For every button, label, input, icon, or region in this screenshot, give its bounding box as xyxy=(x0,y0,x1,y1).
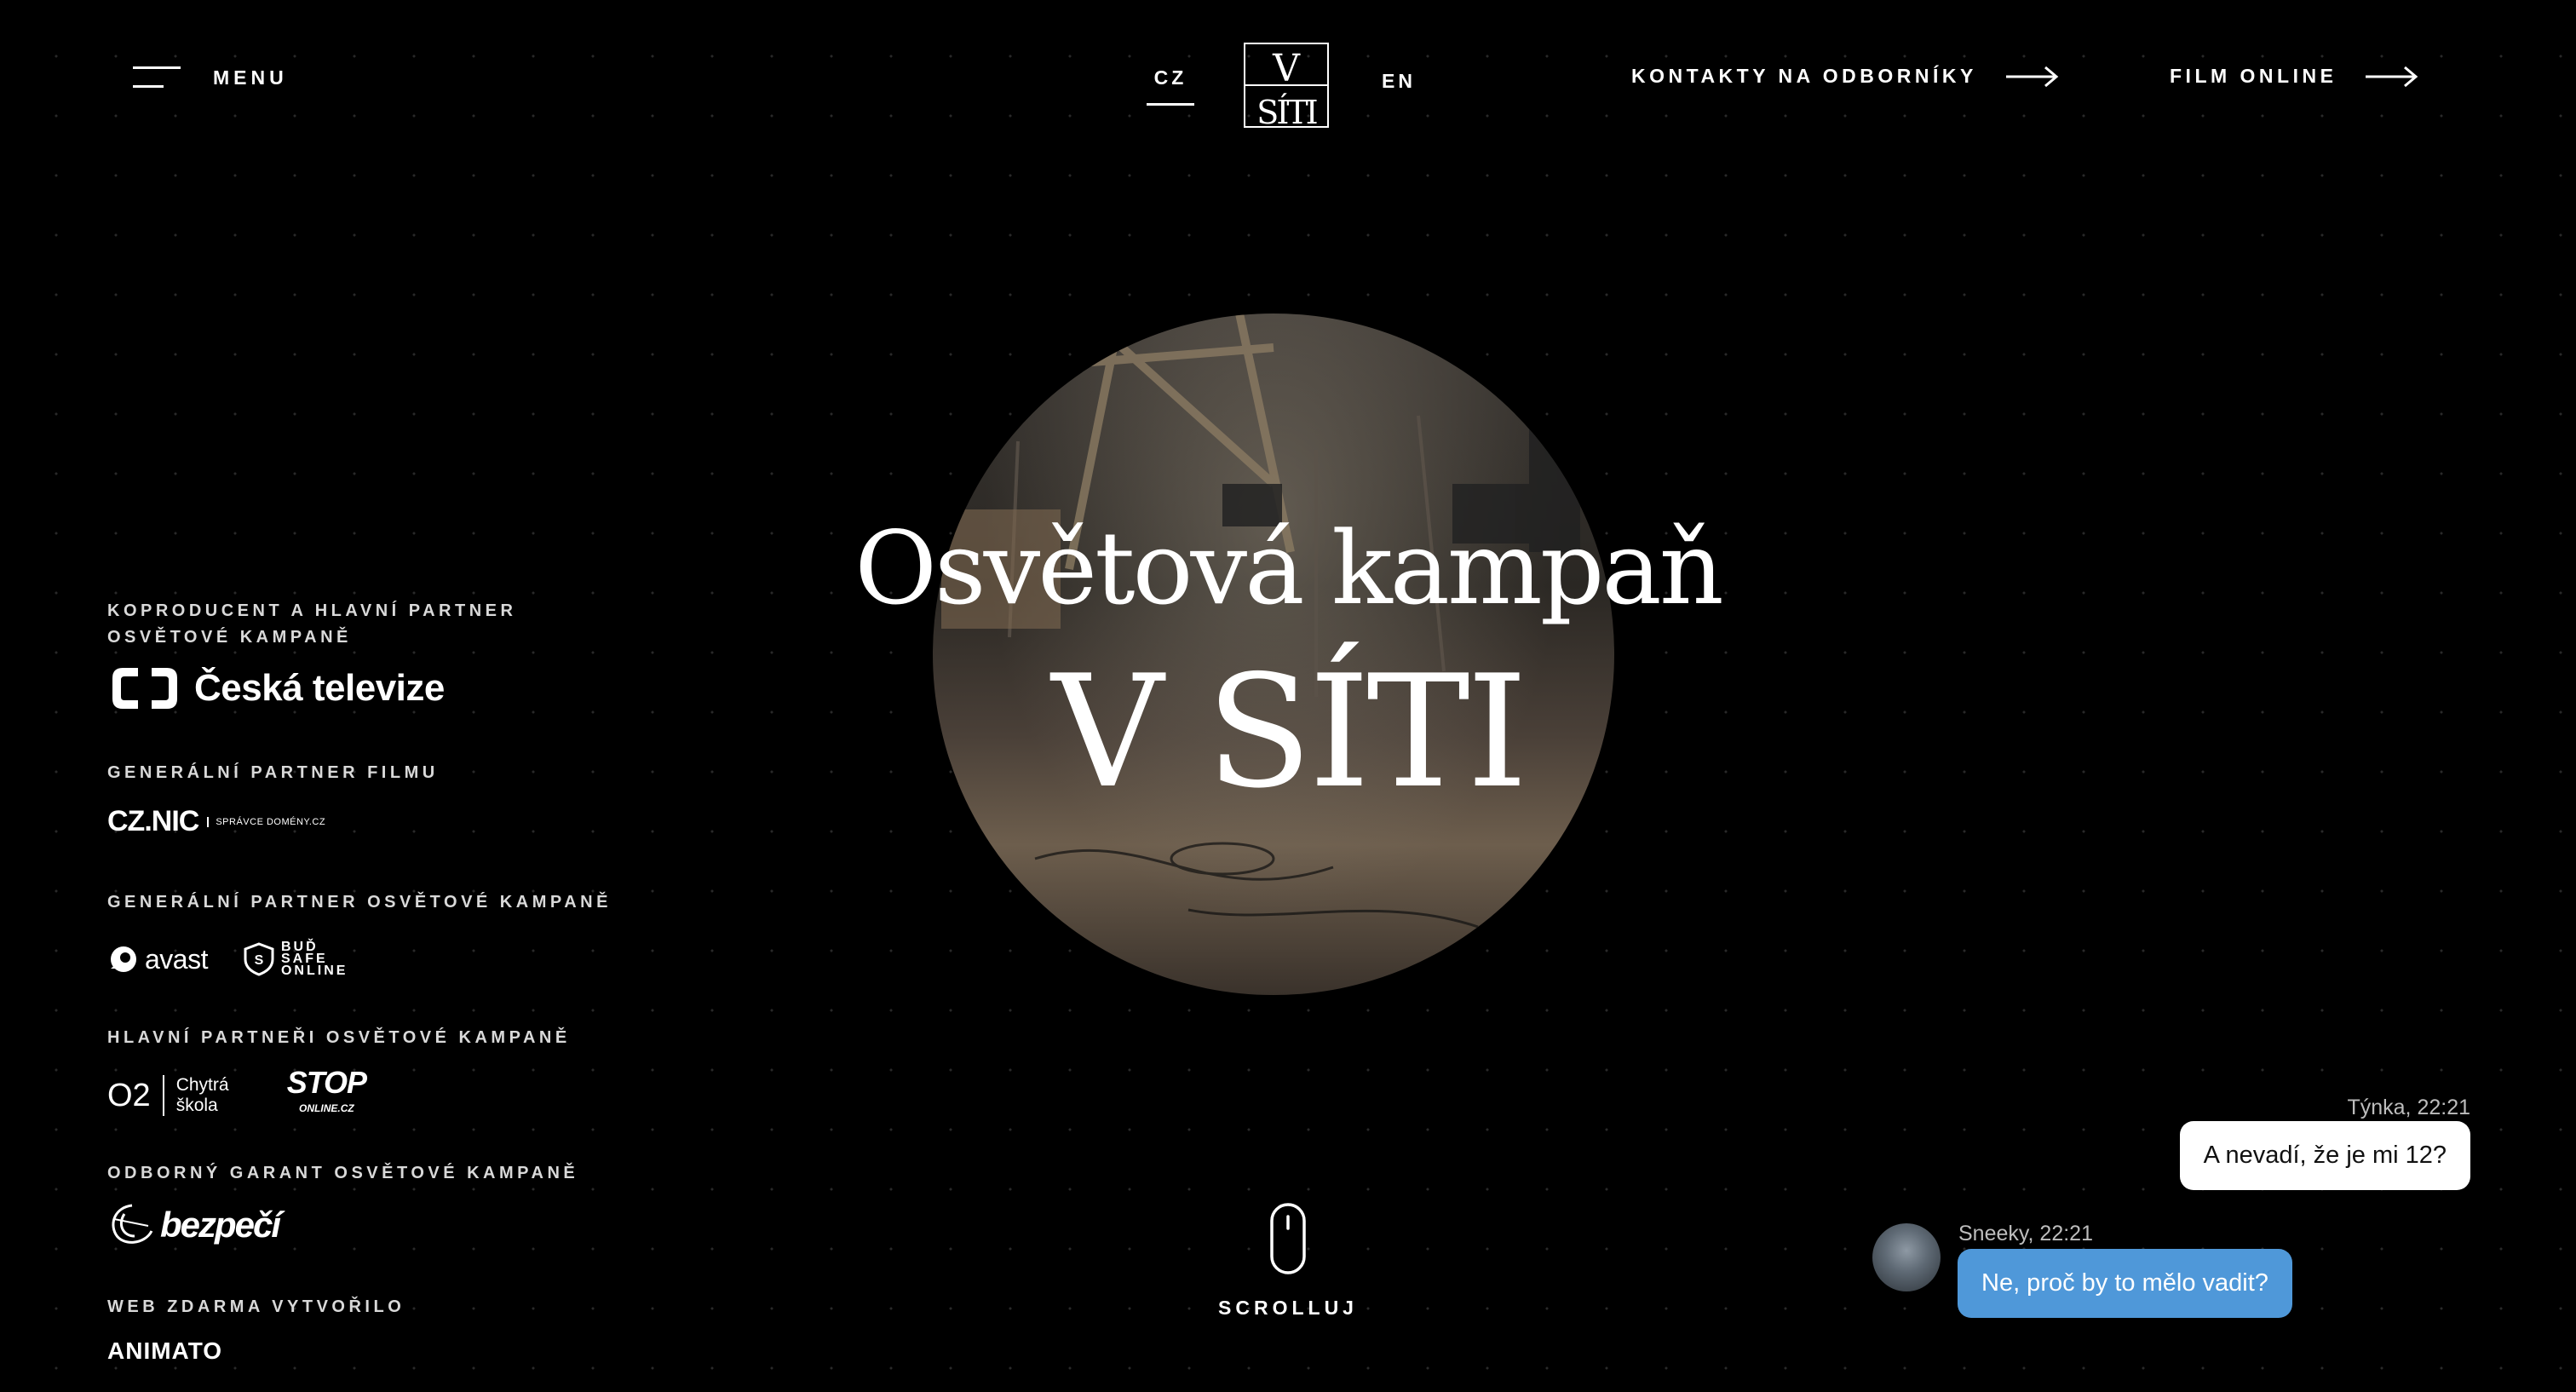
arrow-right-icon xyxy=(2005,66,2059,87)
partner-label: GENERÁLNÍ PARTNER OSVĚTOVÉ KAMPANĚ xyxy=(107,893,612,912)
film-online-link[interactable]: FILM ONLINE xyxy=(2170,65,2418,88)
stop-logo-text: STOP xyxy=(286,1065,367,1100)
partner-label: ODBORNÝ GARANT OSVĚTOVÉ KAMPANĚ xyxy=(107,1164,579,1182)
svg-text:S: S xyxy=(255,953,264,968)
hamburger-icon xyxy=(133,65,181,90)
animato-logo-text: ANIMATO xyxy=(107,1337,223,1364)
arrow-right-icon xyxy=(2366,66,2418,87)
mouse-scroll-icon[interactable] xyxy=(1270,1203,1306,1274)
partner-label: KOPRODUCENT A HLAVNÍ PARTNER OSVĚTOVÉ KA… xyxy=(107,601,517,647)
menu-label: MENU xyxy=(213,66,288,89)
bezpeci-swirl-icon xyxy=(112,1204,153,1244)
contacts-label: KONTAKTY NA ODBORNÍKY xyxy=(1631,65,1977,87)
menu-button[interactable]: MENU xyxy=(133,65,288,90)
bud-safe-online-logo[interactable]: S BUĎ SAFE ONLINE xyxy=(244,940,363,978)
v-siti-logo[interactable]: V SÍTI xyxy=(1244,43,1329,128)
o2-chytra-skola-logo[interactable]: O2 Chytrá škola xyxy=(107,1075,253,1116)
shield-icon: S xyxy=(244,942,274,976)
scroll-label: SCROLLUJ xyxy=(1218,1297,1358,1319)
ct-icon xyxy=(112,668,177,709)
lang-en-link[interactable]: EN xyxy=(1382,70,1416,93)
bezpeci-logo-text: bezpečí xyxy=(160,1205,281,1245)
ceska-televize-logo[interactable]: Česká televize xyxy=(107,663,653,714)
avast-logo-text: avast xyxy=(145,943,208,975)
lang-cz-link[interactable]: CZ xyxy=(1147,66,1194,106)
partner-label: HLAVNÍ PARTNEŘI OSVĚTOVÉ KAMPANĚ xyxy=(107,1028,571,1047)
cznic-logo[interactable]: CZ.NIC SPRÁVCE DOMÉNY.CZ xyxy=(107,805,653,838)
cznic-logo-subtitle: SPRÁVCE DOMÉNY.CZ xyxy=(207,816,325,827)
stop-online-logo[interactable]: STOP ONLINE.CZ xyxy=(287,1067,367,1121)
avatar xyxy=(1872,1223,1941,1291)
partner-label: GENERÁLNÍ PARTNER FILMU xyxy=(107,763,439,782)
partners-list: KOPRODUCENT A HLAVNÍ PARTNER OSVĚTOVÉ KA… xyxy=(107,598,653,1365)
bezpeci-logo[interactable]: bezpečí xyxy=(107,1202,653,1248)
avast-logo[interactable]: avast xyxy=(107,943,208,975)
main-partners-logos: O2 Chytrá škola STOP ONLINE.CZ xyxy=(107,1067,653,1121)
film-online-label: FILM ONLINE xyxy=(2170,65,2337,87)
avast-icon xyxy=(111,946,136,972)
animato-logo[interactable]: ANIMATO xyxy=(107,1337,653,1365)
contacts-link[interactable]: KONTAKTY NA ODBORNÍKY xyxy=(1631,65,2059,88)
cznic-logo-text: CZ.NIC xyxy=(107,805,199,837)
chat-message-meta: Týnka, 22:21 xyxy=(2347,1096,2470,1119)
chat-bubble-reply: Ne, proč by to mělo vadit? xyxy=(1958,1249,2292,1318)
svg-text:V: V xyxy=(1272,47,1301,90)
partner-label: WEB ZDARMA VYTVOŘILO xyxy=(107,1297,405,1316)
chytra-skola-text: Chytrá škola xyxy=(162,1075,253,1116)
svg-text:SÍTI: SÍTI xyxy=(1256,94,1316,128)
o2-logo-text: O2 xyxy=(107,1077,151,1113)
ct-logo-text: Česká televize xyxy=(194,667,445,709)
general-partners-logos: avast S BUĎ SAFE ONLINE xyxy=(107,940,653,978)
bud-safe-online-text: BUĎ SAFE ONLINE xyxy=(280,940,348,978)
chat-message-meta: Sneeky, 22:21 xyxy=(1958,1222,2093,1245)
chat-bubble-incoming: A nevadí, že je mi 12? xyxy=(2179,1121,2470,1190)
